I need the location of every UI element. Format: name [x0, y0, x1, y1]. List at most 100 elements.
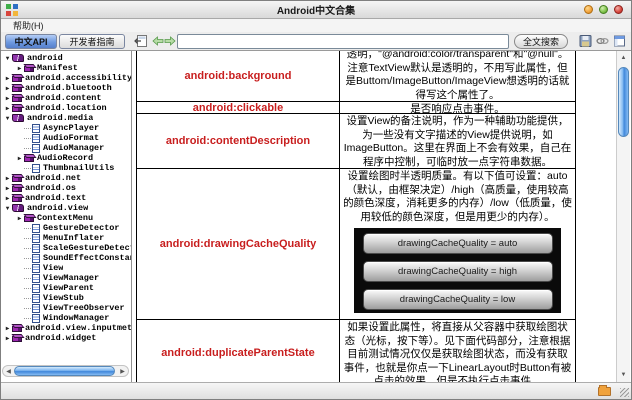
class-doc-icon — [32, 264, 40, 273]
package-icon — [12, 106, 22, 112]
tree-item-android-accessibilityservice[interactable]: ▶android.accessibilityservice — [1, 73, 131, 83]
expand-icon[interactable]: ▶ — [3, 195, 12, 202]
tree-item-label: ScaleGestureDetector — [43, 243, 131, 253]
maximize-button[interactable] — [599, 5, 608, 14]
tree-item-android-view[interactable]: ▼android.view — [1, 203, 131, 213]
locate-in-tree-icon[interactable] — [134, 34, 148, 48]
package-icon — [24, 156, 34, 162]
attr-name: android:clickable — [137, 102, 340, 113]
scroll-down-icon[interactable]: ▼ — [617, 369, 630, 381]
class-doc-icon — [32, 244, 40, 253]
class-doc-icon — [32, 234, 40, 243]
tree-item-GestureDetector[interactable]: GestureDetector — [1, 223, 131, 233]
tree-item-label: android.os — [25, 183, 76, 193]
tab-dev-guide[interactable]: 开发者指南 — [59, 34, 125, 49]
tree-item-MenuInflater[interactable]: MenuInflater — [1, 233, 131, 243]
tree-item-android-net[interactable]: ▶android.net — [1, 173, 131, 183]
folder-icon[interactable] — [598, 387, 611, 396]
package-icon — [12, 96, 22, 102]
forward-icon[interactable] — [164, 34, 176, 48]
tree-panel: ▼ android▶Manifest▶android.accessibilitys… — [1, 51, 132, 382]
back-icon[interactable] — [152, 34, 164, 48]
tree-item-SoundEffectConstants[interactable]: SoundEffectConstants — [1, 253, 131, 263]
tree-line — [24, 278, 31, 279]
tree-item-AudioFormat[interactable]: AudioFormat — [1, 133, 131, 143]
tree-item-ViewManager[interactable]: ViewManager — [1, 273, 131, 283]
expand-icon[interactable]: ▶ — [3, 85, 12, 92]
class-doc-icon — [32, 134, 40, 143]
window-title: Android中文合集 — [1, 2, 631, 17]
expand-icon[interactable]: ▶ — [15, 215, 24, 222]
scroll-left-icon[interactable]: ◀ — [3, 366, 14, 376]
tree-item-ViewTreeObserver[interactable]: ViewTreeObserver — [1, 303, 131, 313]
expand-icon[interactable]: ▶ — [3, 335, 12, 342]
window-controls — [584, 5, 623, 14]
expand-icon[interactable]: ▶ — [3, 75, 12, 82]
tree-item-ThumbnailUtils[interactable]: ThumbnailUtils — [1, 163, 131, 173]
content-vertical-scrollbar[interactable]: ▲ ▼ — [616, 51, 630, 382]
package-icon — [24, 66, 34, 72]
search-input[interactable] — [177, 34, 509, 49]
resize-grip[interactable] — [620, 388, 629, 397]
tree-item-label: MenuInflater — [43, 233, 104, 243]
tree-item-android[interactable]: ▼ android — [1, 53, 131, 63]
close-button[interactable] — [614, 5, 623, 14]
minimize-button[interactable] — [584, 5, 593, 14]
tree-item-View[interactable]: View — [1, 263, 131, 273]
collapse-icon[interactable]: ▼ — [3, 55, 12, 62]
attr-description-text: 设置绘图时半透明质量。有以下值可设置：auto（默认，由框架决定）/high（高… — [343, 170, 572, 224]
attr-row-background: android:background透明，"@android:color/tra… — [137, 51, 575, 102]
tree-item-android-os[interactable]: ▶ android.os — [1, 183, 131, 193]
tree-item-label: SoundEffectConstants — [43, 253, 131, 263]
expand-icon[interactable]: ▶ — [3, 325, 12, 332]
open-package-icon — [12, 204, 24, 212]
tree-item-label: android.content — [25, 93, 102, 103]
tree-item-label: android.location — [25, 103, 107, 113]
expand-icon[interactable]: ▶ — [3, 175, 12, 182]
tree-item-AsyncPlayer[interactable]: AsyncPlayer — [1, 123, 131, 133]
tree-item-android-view-inputmethod[interactable]: ▶android.view.inputmethod — [1, 323, 131, 333]
tree-item-ScaleGestureDetector[interactable]: ScaleGestureDetector — [1, 243, 131, 253]
tree-item-ContextMenu[interactable]: ▶ContextMenu — [1, 213, 131, 223]
collapse-icon[interactable]: ▼ — [3, 115, 12, 122]
tree-horizontal-scrollbar[interactable]: ◀ ▶ — [2, 365, 129, 377]
tree-item-AudioRecord[interactable]: ▶AudioRecord — [1, 153, 131, 163]
tab-chinese-api[interactable]: 中文API — [5, 34, 57, 49]
attr-row-duplicateParentState: android:duplicateParentState如果设置此属性，将直接从… — [137, 320, 575, 382]
scroll-thumb[interactable] — [618, 67, 629, 137]
tree-item-android-content[interactable]: ▶ android.content — [1, 93, 131, 103]
class-doc-icon — [32, 144, 40, 153]
tree-item-android-bluetooth[interactable]: ▶android.bluetooth — [1, 83, 131, 93]
fulltext-search-button[interactable]: 全文搜索 — [514, 34, 568, 49]
tree-item-Manifest[interactable]: ▶Manifest — [1, 63, 131, 73]
save-icon[interactable] — [579, 34, 592, 48]
expand-icon[interactable]: ▶ — [3, 95, 12, 102]
tree-item-label: android — [27, 53, 63, 63]
tree-item-ViewParent[interactable]: ViewParent — [1, 283, 131, 293]
expand-icon[interactable]: ▶ — [3, 185, 12, 192]
toolbar: 中文API 开发者指南 全文搜索 — [1, 32, 631, 51]
tree-item-WindowManager[interactable]: WindowManager — [1, 313, 131, 323]
expand-icon[interactable]: ▶ — [15, 155, 24, 162]
expand-icon[interactable]: ▶ — [3, 105, 12, 112]
scroll-up-icon[interactable]: ▲ — [617, 52, 630, 64]
package-icon — [12, 86, 22, 92]
tree-item-android-location[interactable]: ▶ android.location — [1, 103, 131, 113]
attr-description-text: 如果设置此属性，将直接从父容器中获取绘图状态（光标，按下等）。见下面代码部分，注… — [343, 321, 572, 382]
menu-help[interactable]: 帮助(H) — [9, 19, 48, 32]
collapse-icon[interactable]: ▼ — [3, 205, 12, 212]
android-demo-button: drawingCacheQuality = low — [363, 289, 553, 310]
tree-item-android-widget[interactable]: ▶android.widget — [1, 333, 131, 343]
scroll-thumb[interactable] — [14, 366, 115, 376]
tree-item-android-media[interactable]: ▼android.media — [1, 113, 131, 123]
scroll-right-icon[interactable]: ▶ — [117, 366, 128, 376]
expand-icon[interactable]: ▶ — [15, 65, 24, 72]
window-icon[interactable] — [613, 34, 626, 48]
tree-item-android-text[interactable]: ▶android.text — [1, 193, 131, 203]
tree-item-ViewStub[interactable]: ViewStub — [1, 293, 131, 303]
link-icon[interactable] — [596, 34, 609, 48]
attr-row-contentDescription: android:contentDescription设置View的备注说明，作为… — [137, 114, 575, 169]
tree-item-AudioManager[interactable]: AudioManager — [1, 143, 131, 153]
package-icon — [12, 196, 22, 202]
tree-item-label: ViewManager — [43, 273, 99, 283]
